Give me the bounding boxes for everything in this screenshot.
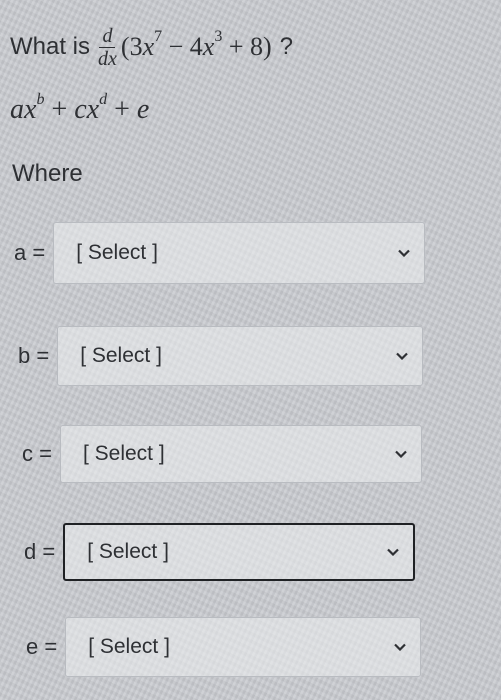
question-prefix: What is bbox=[10, 33, 91, 60]
poly-tail: + 8) bbox=[222, 32, 272, 61]
poly-exponent-2: 3 bbox=[214, 28, 223, 46]
field-label-d: d = bbox=[24, 539, 56, 564]
select-e-value: [ Select ] bbox=[88, 635, 170, 658]
field-row-c: c = [ Select ] bbox=[22, 425, 422, 483]
field-label-e: e = bbox=[26, 634, 58, 659]
derivative-denominator: dx bbox=[98, 47, 117, 70]
chevron-down-icon bbox=[394, 643, 406, 651]
poly-minus: − 4 bbox=[162, 32, 203, 61]
polynomial: (3x7 − 4x3 + 8) bbox=[120, 28, 272, 62]
field-row-e: e = [ Select ] bbox=[26, 617, 422, 677]
expr-d: d bbox=[99, 90, 108, 108]
field-label-b: b = bbox=[18, 343, 50, 368]
select-b-value: [ Select ] bbox=[80, 344, 162, 367]
answer-form-expression: axb + cxd + e bbox=[10, 90, 150, 126]
select-d[interactable]: [ Select ] bbox=[63, 523, 416, 581]
question-suffix: ? bbox=[279, 33, 294, 60]
chevron-down-icon bbox=[396, 352, 408, 360]
where-label: Where bbox=[12, 160, 83, 187]
chevron-down-icon bbox=[395, 450, 407, 458]
field-row-a: a = [ Select ] bbox=[14, 222, 426, 284]
expr-b: b bbox=[36, 90, 45, 108]
select-b[interactable]: [ Select ] bbox=[57, 326, 424, 386]
expr-e: e bbox=[136, 94, 150, 125]
select-a-value: [ Select ] bbox=[76, 241, 158, 264]
question-text: What is d dx (3x7 − 4x3 + 8) ? bbox=[10, 22, 293, 72]
select-c[interactable]: [ Select ] bbox=[59, 425, 422, 483]
poly-exponent-1: 7 bbox=[154, 28, 163, 46]
expr-a: a bbox=[10, 94, 24, 125]
field-label-c: c = bbox=[22, 441, 52, 466]
chevron-down-icon bbox=[387, 548, 399, 556]
select-c-value: [ Select ] bbox=[82, 442, 165, 465]
field-row-d: d = [ Select ] bbox=[24, 523, 416, 581]
field-row-b: b = [ Select ] bbox=[18, 326, 424, 386]
poly-x2: x bbox=[202, 32, 215, 61]
poly-open: (3 bbox=[120, 32, 143, 61]
expr-plus-2: + bbox=[107, 94, 137, 125]
chevron-down-icon bbox=[398, 249, 410, 257]
poly-x1: x bbox=[142, 32, 155, 61]
select-e[interactable]: [ Select ] bbox=[65, 617, 422, 677]
expr-x1: x bbox=[24, 94, 37, 125]
select-d-value: [ Select ] bbox=[87, 540, 169, 563]
derivative-operator: d dx bbox=[98, 26, 117, 69]
expr-plus-1: + bbox=[44, 94, 75, 125]
select-a[interactable]: [ Select ] bbox=[53, 222, 426, 284]
expr-x2: x bbox=[86, 94, 100, 125]
expr-c: c bbox=[74, 94, 87, 125]
field-label-a: a = bbox=[14, 240, 46, 265]
derivative-numerator: d bbox=[99, 26, 116, 48]
